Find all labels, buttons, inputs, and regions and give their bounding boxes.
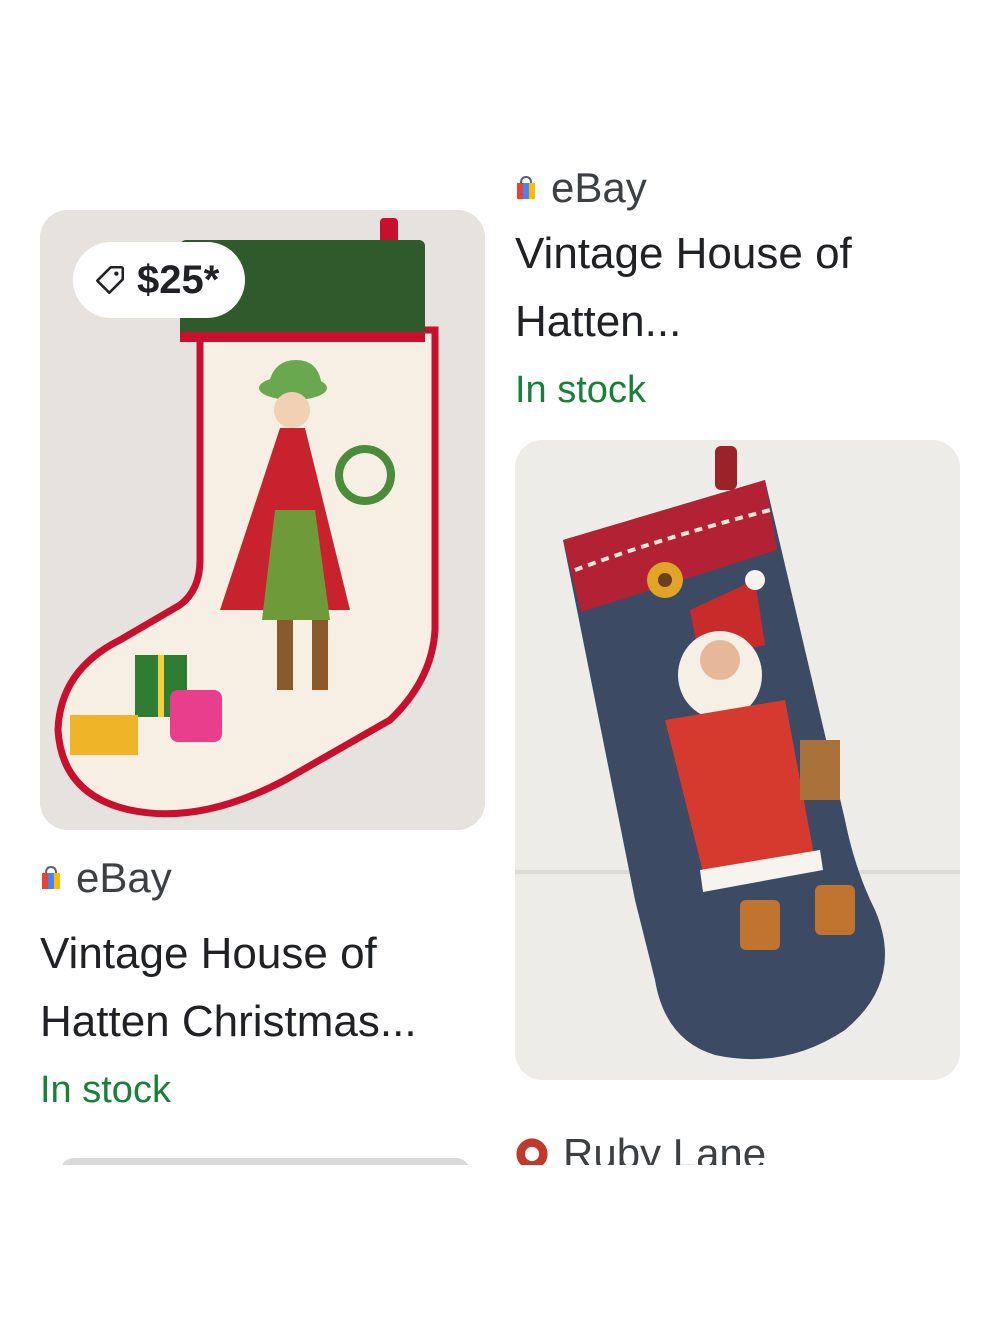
title-line: Vintage House of [515,229,852,278]
merchant-row-next: Ruby Lane [515,1130,766,1165]
product-title-link[interactable]: Vintage House of Hatten Christmas... [40,920,485,1056]
stock-status: In stock [515,369,646,411]
christmas-stocking-santa-image [515,440,960,1080]
result-card-1[interactable]: $25* eBay Vintage House of Hatten Christ… [40,210,485,1118]
product-image-lady-stocking[interactable]: $25* [40,210,485,830]
price-text: $25* [137,257,220,302]
results-grid: $25* eBay Vintage House of Hatten Christ… [0,0,1000,1165]
price-tag-icon [95,265,125,295]
result-card-2[interactable]: eBay Vintage House of Hatten... In stock [515,160,960,1080]
merchant-name: Ruby Lane [563,1130,767,1165]
price-badge: $25* [73,242,246,318]
merchant-name: eBay [551,164,647,211]
next-result-image[interactable] [60,1158,470,1165]
merchant-row: eBay [515,160,960,216]
stock-status: In stock [40,1069,171,1111]
product-image-santa-stocking[interactable] [515,440,960,1080]
product-title-link[interactable]: Vintage House of Hatten... [515,220,960,356]
merchant-row: eBay [40,850,485,906]
ruby-lane-logo-icon [516,1138,548,1165]
title-line: Hatten... [515,297,682,346]
merchant-name: eBay [76,854,172,901]
shopping-bag-icon [42,865,60,889]
shopping-bag-icon [517,175,535,199]
